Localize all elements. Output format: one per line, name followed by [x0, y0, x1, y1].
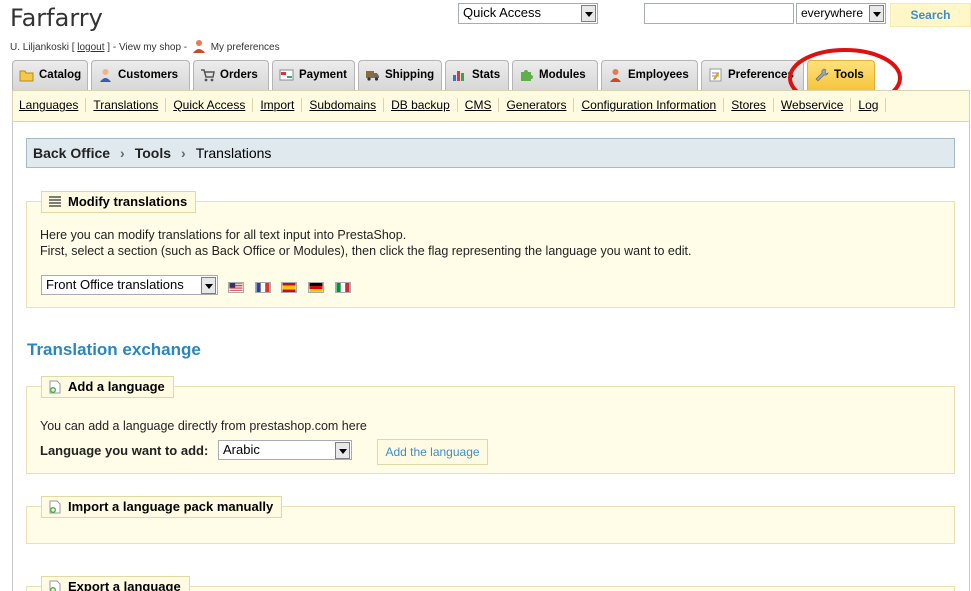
modify-description-line2: First, select a section (such as Back Of… [40, 244, 692, 258]
subnav-languages[interactable]: Languages [19, 98, 87, 112]
add-language-button[interactable]: Add the language [377, 439, 488, 465]
subnav-log[interactable]: Log [858, 98, 887, 112]
tab-label: Stats [472, 69, 501, 81]
preferences-icon [709, 68, 722, 82]
tab-orders[interactable]: Orders [193, 60, 269, 90]
legend-label: Modify translations [68, 194, 188, 209]
search-button[interactable]: Search [890, 3, 971, 27]
en-flag-icon[interactable] [228, 282, 244, 294]
tab-stats[interactable]: Stats [445, 60, 509, 90]
sub-navigation: Languages Translations Quick Access Import S… [12, 90, 970, 122]
subnav-configuration-information[interactable]: Configuration Information [581, 98, 725, 112]
legend-label: Add a language [68, 379, 165, 394]
tab-label: Catalog [39, 69, 82, 81]
breadcrumb-root[interactable]: Back Office [33, 145, 110, 161]
folder-icon [19, 70, 34, 82]
search-scope-value: everywhere [801, 6, 864, 20]
add-language-legend: Add a language [41, 376, 174, 398]
chevron-right-icon: › [120, 145, 125, 161]
chevron-down-icon [201, 277, 216, 294]
translation-exchange-title: Translation exchange [27, 340, 201, 359]
chevron-down-icon [335, 442, 350, 459]
add-document-icon [49, 500, 61, 514]
language-flags [228, 279, 358, 294]
chevron-down-icon [581, 5, 596, 22]
chart-icon [453, 71, 464, 81]
add-language-description: You can add a language directly from pre… [40, 419, 367, 433]
cart-icon [201, 69, 215, 82]
subnav-quick-access[interactable]: Quick Access [173, 98, 254, 112]
chevron-right-icon: › [181, 145, 186, 161]
legend-label: Export a language [68, 579, 181, 591]
main-content: Back Office › Tools › Translations Modify tr… [12, 122, 970, 591]
list-icon [49, 196, 61, 207]
fr-flag-icon[interactable] [254, 282, 271, 294]
subnav-subdomains[interactable]: Subdomains [309, 98, 385, 112]
tab-label: Modules [539, 69, 586, 81]
tab-label: Orders [220, 69, 258, 81]
subnav-import[interactable]: Import [260, 98, 303, 112]
tab-label: Preferences [728, 69, 794, 81]
customer-icon [100, 69, 111, 82]
employee-icon [610, 69, 621, 82]
tab-employees[interactable]: Employees [601, 60, 698, 90]
translation-section-select[interactable]: Front Office translations [41, 275, 218, 295]
tab-label: Customers [118, 69, 179, 81]
it-flag-icon[interactable] [334, 282, 351, 294]
search-scope-select[interactable]: everywhere [796, 3, 886, 24]
user-icon [192, 40, 205, 53]
modify-description-line1: Here you can modify translations for all… [40, 228, 407, 242]
tab-label: Payment [299, 69, 347, 81]
subnav-db-backup[interactable]: DB backup [391, 98, 458, 112]
user-suffix: ] - View my shop - [107, 42, 188, 53]
import-language-legend: Import a language pack manually [41, 496, 283, 518]
tab-label: Shipping [385, 69, 435, 81]
translation-section-value: Front Office translations [46, 277, 184, 292]
puzzle-icon [521, 70, 533, 81]
tab-modules[interactable]: Modules [512, 60, 598, 90]
user-line: U. Liljankoski [ logout ] - View my shop… [10, 39, 280, 53]
chevron-down-icon [869, 5, 884, 22]
add-document-icon [49, 580, 61, 591]
export-language-panel: Export a language [26, 576, 955, 591]
import-language-panel: Import a language pack manually [26, 496, 955, 544]
payment-icon [279, 69, 294, 81]
export-language-legend: Export a language [41, 576, 190, 591]
subnav-generators[interactable]: Generators [506, 98, 575, 112]
logout-link[interactable]: logout [77, 42, 104, 53]
breadcrumb-current: Translations [195, 145, 272, 161]
add-language-panel: Add a language You can add a language di… [26, 376, 955, 474]
my-preferences-link[interactable]: My preferences [211, 42, 280, 53]
add-document-icon [49, 380, 61, 394]
breadcrumb: Back Office › Tools › Translations [26, 138, 955, 168]
subnav-webservice[interactable]: Webservice [780, 98, 852, 112]
tab-payment[interactable]: Payment [272, 60, 355, 90]
truck-icon [366, 71, 379, 81]
quick-access-select[interactable]: Quick Access [458, 3, 598, 24]
subnav-cms[interactable]: CMS [464, 98, 500, 112]
search-input[interactable] [644, 3, 794, 24]
tab-label: Employees [628, 69, 689, 81]
es-flag-icon[interactable] [281, 282, 298, 294]
subnav-translations[interactable]: Translations [93, 98, 167, 112]
subnav-stores[interactable]: Stores [731, 98, 774, 112]
modify-translations-panel: Modify translations Here you can modify … [26, 191, 955, 308]
de-flag-icon[interactable] [307, 282, 324, 294]
quick-access-value: Quick Access [463, 5, 542, 20]
tab-customers[interactable]: Customers [91, 60, 190, 90]
modify-translations-legend: Modify translations [41, 191, 197, 213]
language-to-add-select[interactable]: Arabic [218, 440, 352, 460]
language-to-add-value: Arabic [223, 442, 260, 457]
tab-shipping[interactable]: Shipping [358, 60, 442, 90]
language-to-add-label: Language you want to add: [40, 443, 209, 458]
shop-name: Farfarry [10, 4, 103, 32]
user-prefix: U. Liljankoski [ [10, 42, 75, 53]
breadcrumb-section[interactable]: Tools [135, 145, 171, 161]
legend-label: Import a language pack manually [68, 499, 274, 514]
tab-catalog[interactable]: Catalog [12, 60, 88, 90]
